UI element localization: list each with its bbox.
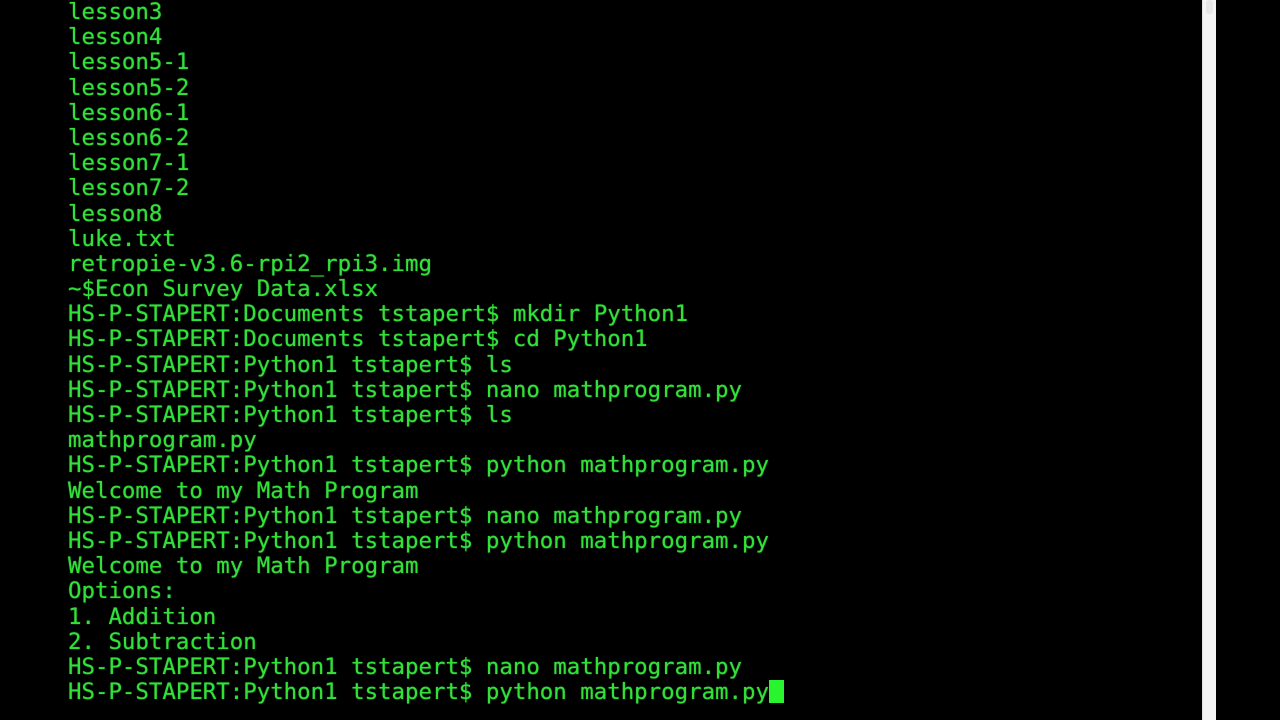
terminal-line: lesson7-1 bbox=[68, 150, 190, 177]
terminal-line: HS-P-STAPERT:Python1 tstapert$ nano math… bbox=[68, 376, 743, 403]
terminal-line: Welcome to my Math Program bbox=[68, 553, 419, 580]
terminal-output: lesson3 lesson4 lesson5-1 lesson5-2 less… bbox=[68, 0, 784, 705]
terminal-line: HS-P-STAPERT:Python1 tstapert$ ls bbox=[68, 351, 513, 378]
terminal-line: HS-P-STAPERT:Python1 tstapert$ nano math… bbox=[68, 502, 743, 529]
window-edge bbox=[1216, 0, 1280, 720]
vertical-scrollbar[interactable] bbox=[1202, 0, 1216, 720]
terminal-line: lesson5-2 bbox=[68, 74, 190, 101]
terminal-line: 2. Subtraction bbox=[68, 628, 257, 655]
terminal-line: mathprogram.py bbox=[68, 427, 257, 454]
terminal-line: HS-P-STAPERT:Python1 tstapert$ python ma… bbox=[68, 452, 769, 479]
terminal-line: lesson5-1 bbox=[68, 49, 190, 76]
terminal-line: HS-P-STAPERT:Documents tstapert$ cd Pyth… bbox=[68, 326, 648, 353]
terminal-line: luke.txt bbox=[68, 225, 176, 252]
terminal-line: HS-P-STAPERT:Documents tstapert$ mkdir P… bbox=[68, 301, 689, 328]
terminal-line: HS-P-STAPERT:Python1 tstapert$ nano math… bbox=[68, 653, 743, 680]
terminal-prompt-line[interactable]: HS-P-STAPERT:Python1 tstapert$ python ma… bbox=[68, 679, 784, 705]
terminal-line: lesson3 bbox=[68, 0, 163, 25]
screen: lesson3 lesson4 lesson5-1 lesson5-2 less… bbox=[0, 0, 1280, 720]
terminal-line: 1. Addition bbox=[68, 603, 217, 630]
terminal-window[interactable]: lesson3 lesson4 lesson5-1 lesson5-2 less… bbox=[0, 0, 1202, 720]
terminal-line: Options: bbox=[68, 578, 176, 605]
terminal-line: retropie-v3.6-rpi2_rpi3.img bbox=[68, 250, 432, 277]
terminal-line: lesson6-1 bbox=[68, 99, 190, 126]
terminal-line: HS-P-STAPERT:Python1 tstapert$ ls bbox=[68, 402, 513, 428]
terminal-input[interactable]: HS-P-STAPERT:Python1 tstapert$ python ma… bbox=[68, 679, 769, 705]
terminal-line: lesson6-2 bbox=[68, 124, 190, 151]
scrollbar-thumb[interactable] bbox=[1206, 0, 1213, 14]
terminal-line: ~$Econ Survey Data.xlsx bbox=[68, 276, 379, 303]
terminal-line: lesson4 bbox=[68, 24, 163, 51]
text-cursor bbox=[768, 680, 784, 704]
terminal-line: HS-P-STAPERT:Python1 tstapert$ python ma… bbox=[68, 527, 769, 554]
terminal-line: Welcome to my Math Program bbox=[68, 477, 419, 504]
terminal-line: lesson7-2 bbox=[68, 175, 190, 202]
terminal-line: lesson8 bbox=[68, 200, 163, 227]
